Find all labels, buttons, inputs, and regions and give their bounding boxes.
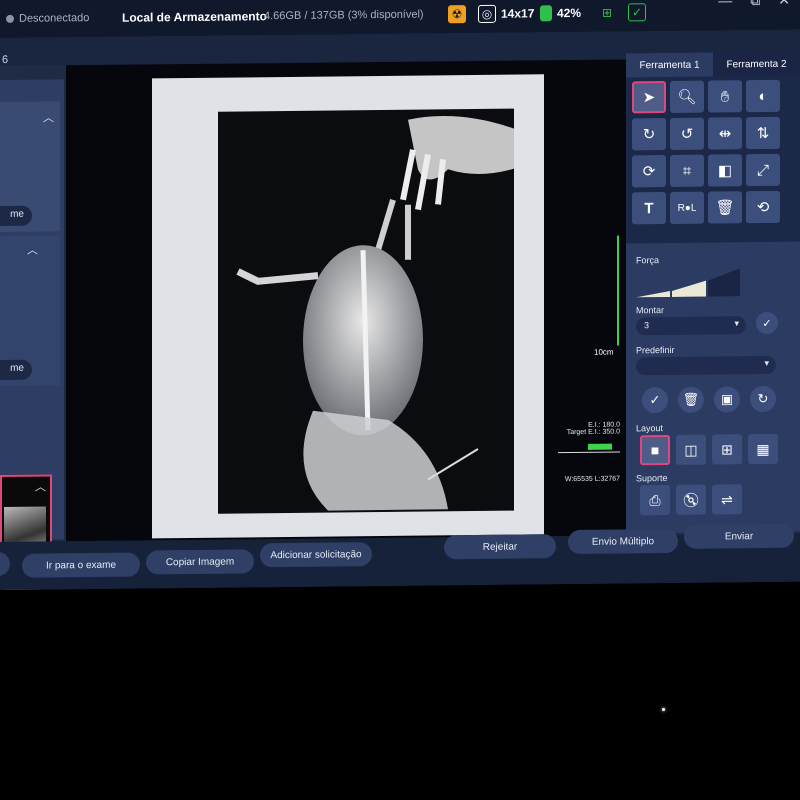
action-bar: Ir para o exame Copiar Imagem Adicionar …	[0, 523, 800, 590]
predefinir-select[interactable]: ▾	[636, 355, 776, 376]
montar-confirm-button[interactable]: ✓	[756, 311, 778, 335]
tool-tabs: Ferramenta 1 Ferramenta 2	[626, 51, 800, 78]
scale-ruler	[617, 235, 619, 346]
usb-icon[interactable]: ⇌	[712, 484, 742, 515]
text-icon[interactable]: T	[632, 192, 666, 225]
left-panel-section-2: ︿ me	[0, 235, 60, 386]
header-fragment-text: 6	[2, 53, 9, 66]
radiation-indicator: ☢	[448, 5, 466, 24]
send-button[interactable]: Enviar	[684, 523, 794, 549]
copy-image-button[interactable]: Copiar Imagem	[146, 549, 254, 575]
montar-value: 3	[644, 320, 650, 331]
select-arrow-icon[interactable]: ➤	[632, 81, 666, 114]
force-bars[interactable]	[636, 268, 740, 298]
delete-icon[interactable]: 🗑︎	[708, 191, 742, 224]
crop-icon[interactable]: ⌗	[670, 154, 704, 187]
partial-button[interactable]	[0, 551, 10, 577]
window-controls: — ⧉ ✕	[718, 0, 790, 9]
battery-text: 42%	[557, 5, 582, 21]
layout-nine-icon[interactable]: ▦	[748, 433, 778, 465]
network-icon: ⊞	[601, 5, 613, 20]
detector-icon: ◎	[478, 4, 496, 23]
screen-glare	[662, 708, 665, 711]
save-preset-button[interactable]: ▣	[714, 386, 740, 413]
chevron-up-icon[interactable]: ︿	[27, 242, 38, 258]
reject-button[interactable]: Rejeitar	[444, 534, 556, 560]
rotate-right-icon[interactable]: ↻	[632, 118, 666, 151]
suporte-label: Suporte	[636, 473, 668, 484]
go-to-exam-button[interactable]: Ir para o exame	[22, 552, 140, 578]
chevron-down-icon: ▾	[734, 318, 739, 329]
layout-two-icon[interactable]: ◫	[676, 434, 706, 465]
xray-image	[218, 108, 514, 514]
radiation-icon: ☢	[448, 5, 466, 24]
left-panel-section-1: ︿ me	[0, 101, 60, 232]
chevron-down-icon: ▾	[764, 357, 769, 368]
storage-label: Local de Armazenamento	[122, 9, 267, 25]
ei-overlay: E.I.: 180.0 Target E.I.: 350.0	[567, 422, 620, 437]
tab-ferramenta-2[interactable]: Ferramenta 2	[713, 51, 800, 77]
xray-subject-drawing	[236, 116, 514, 511]
right-panel: Ferramenta 1 Ferramenta 2 ➤ 🔍︎ ✋︎ ◐ ↻ ↺ …	[626, 51, 800, 534]
film-size-text: 14x17	[501, 6, 535, 21]
multi-send-button[interactable]: Envio Múltiplo	[568, 528, 678, 555]
layout-four-icon[interactable]: ⊞	[712, 434, 742, 465]
target-ei-value: Target E.I.: 350.0	[566, 428, 620, 437]
window-level-value: W:65535 L:32767	[564, 475, 620, 484]
xray-film	[152, 74, 544, 539]
forca-label: Força	[636, 255, 660, 266]
flip-horizontal-icon[interactable]: ⇹	[708, 117, 742, 150]
predefinir-label: Predefinir	[636, 344, 675, 356]
pan-hand-icon[interactable]: ✋︎	[708, 80, 742, 113]
tab-ferramenta-1[interactable]: Ferramenta 1	[626, 52, 713, 78]
rotate-left-icon[interactable]: ↺	[670, 117, 704, 150]
print-icon[interactable]: ⎙	[640, 484, 670, 516]
app-screen: Desconectado Local de Armazenamento 4.66…	[0, 0, 800, 590]
cd-export-icon[interactable]: 💿︎	[676, 484, 706, 515]
settings-section: Força Montar 3 ▾ ✓ Predefinir ▾ ✓ 🗑︎ ▣ ↻…	[626, 241, 800, 534]
ei-gauge	[558, 443, 620, 455]
connection-status-text: Desconectado	[19, 12, 90, 25]
layout-label: Layout	[636, 423, 664, 434]
delete-preset-button[interactable]: 🗑︎	[678, 386, 704, 413]
flip-vertical-icon[interactable]: ⇅	[746, 116, 780, 150]
reset-icon[interactable]: ⟲	[746, 190, 780, 224]
montar-label: Montar	[636, 305, 665, 316]
rotate-360-icon[interactable]: ⟳	[632, 155, 666, 188]
ei-gauge-fill	[588, 443, 612, 450]
montar-select[interactable]: 3 ▾	[636, 316, 746, 336]
reset-preset-button[interactable]: ↻	[750, 385, 776, 413]
battery-icon	[540, 5, 552, 22]
ei-gauge-line	[558, 451, 620, 454]
network-indicator: ⊞	[598, 4, 616, 22]
minimize-icon[interactable]: —	[718, 0, 732, 9]
apply-preset-button[interactable]: ✓	[642, 387, 668, 414]
storage-value: 4.66GB / 137GB (3% disponível)	[264, 8, 424, 23]
tool-grid: ➤ 🔍︎ ✋︎ ◐ ↻ ↺ ⇹ ⇅ ⟳ ⌗ ◧ ⤢ T R●L 🗑︎ ⟲	[632, 79, 792, 225]
scale-label: 10cm	[594, 347, 614, 357]
close-icon[interactable]: ✕	[778, 0, 790, 9]
left-panel-pill-2[interactable]: me	[0, 359, 32, 381]
invert-icon[interactable]: ◧	[708, 154, 742, 187]
storage-info: Local de Armazenamento	[122, 9, 267, 25]
restore-icon[interactable]: ⧉	[750, 0, 760, 9]
image-viewer[interactable]: 10cm E.I.: 180.0 Target E.I.: 350.0 W:65…	[66, 59, 626, 542]
chevron-up-icon[interactable]: ︿	[35, 479, 46, 495]
add-request-button[interactable]: Adicionar solicitação	[260, 542, 372, 568]
film-size-indicator[interactable]: ◎ 14x17	[478, 4, 534, 23]
disconnected-dot-icon	[6, 14, 14, 23]
storage-value-wrap: 4.66GB / 137GB (3% disponível)	[264, 9, 424, 23]
left-panel-pill-1[interactable]: me	[0, 205, 32, 227]
left-panel: ︿ me ︿ me ︿ ﹀	[0, 79, 64, 590]
connection-status: Desconectado	[6, 12, 89, 25]
marker-rl-icon[interactable]: R●L	[670, 191, 704, 224]
check-indicator: ✓	[628, 3, 646, 22]
chevron-up-icon[interactable]: ︿	[43, 109, 54, 125]
check-icon: ✓	[628, 3, 646, 22]
battery-indicator: 42%	[540, 5, 582, 22]
layout-single-icon[interactable]: ■	[640, 434, 670, 466]
contrast-icon[interactable]: ◐	[746, 79, 780, 113]
fit-screen-icon[interactable]: ⤢	[746, 153, 780, 187]
zoom-icon[interactable]: 🔍︎	[670, 80, 704, 113]
